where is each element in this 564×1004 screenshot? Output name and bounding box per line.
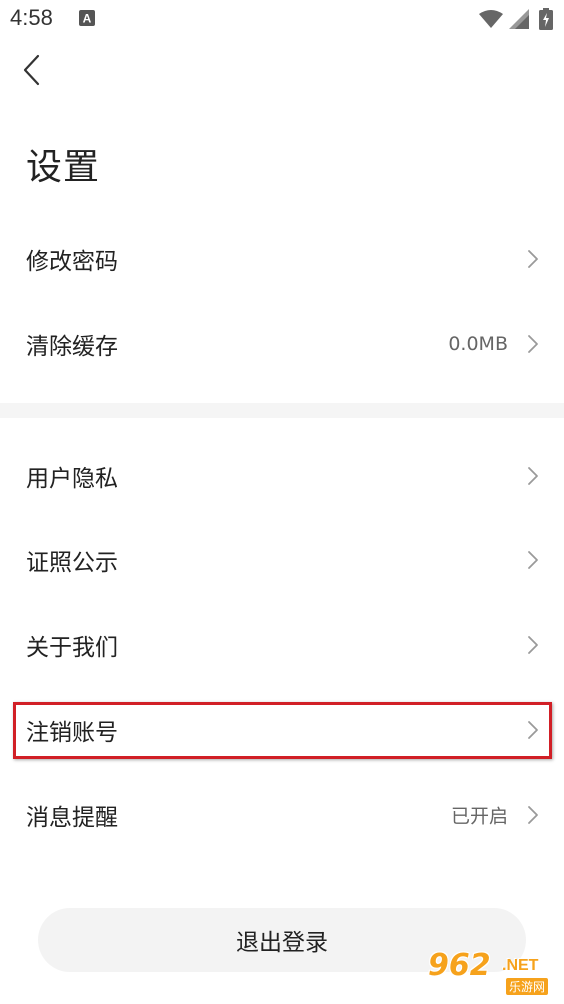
chevron-left-icon: [23, 54, 40, 86]
cache-size-value: 0.0MB: [448, 333, 508, 355]
chevron-right-icon: [528, 636, 538, 654]
settings-item-clear-cache[interactable]: 清除缓存 0.0MB: [0, 302, 564, 386]
reminder-status-value: 已开启: [450, 805, 508, 828]
status-bar: 4:58 A: [0, 0, 564, 38]
page-title: 设置: [26, 147, 101, 188]
section-divider: [0, 403, 564, 418]
settings-item-label: 清除缓存: [26, 334, 118, 360]
settings-item-label: 修改密码: [26, 249, 118, 275]
chevron-right-icon: [528, 551, 538, 569]
settings-item-label: 注销账号: [26, 720, 118, 746]
notification-a-icon: A: [79, 10, 95, 26]
settings-item-message-reminder[interactable]: 消息提醒 已开启: [0, 773, 564, 857]
chevron-right-icon: [528, 335, 538, 353]
settings-item-label: 消息提醒: [26, 805, 118, 831]
chevron-right-icon: [528, 721, 538, 739]
watermark-suffix: .NET: [502, 957, 539, 974]
settings-item-about-us[interactable]: 关于我们: [0, 603, 564, 687]
settings-item-label: 关于我们: [26, 635, 118, 661]
settings-item-user-privacy[interactable]: 用户隐私: [0, 434, 564, 518]
settings-item-license-disclosure[interactable]: 证照公示: [0, 518, 564, 602]
settings-item-delete-account[interactable]: 注销账号: [0, 688, 564, 772]
svg-text:A: A: [83, 12, 92, 26]
signal-icon: [509, 9, 529, 29]
chevron-right-icon: [528, 250, 538, 268]
back-button[interactable]: [14, 50, 54, 90]
settings-item-label: 用户隐私: [26, 466, 118, 492]
chevron-right-icon: [528, 467, 538, 485]
battery-charging-icon: [539, 8, 553, 30]
wifi-icon: [479, 10, 503, 28]
chevron-right-icon: [528, 806, 538, 824]
watermark-cn: 乐游网: [506, 978, 549, 995]
settings-item-label: 证照公示: [26, 550, 118, 576]
settings-item-change-password[interactable]: 修改密码: [0, 217, 564, 301]
watermark-logo: 962 .NET 乐游网: [424, 948, 562, 1000]
status-time: 4:58: [10, 5, 53, 30]
watermark-number: 962: [428, 948, 491, 983]
